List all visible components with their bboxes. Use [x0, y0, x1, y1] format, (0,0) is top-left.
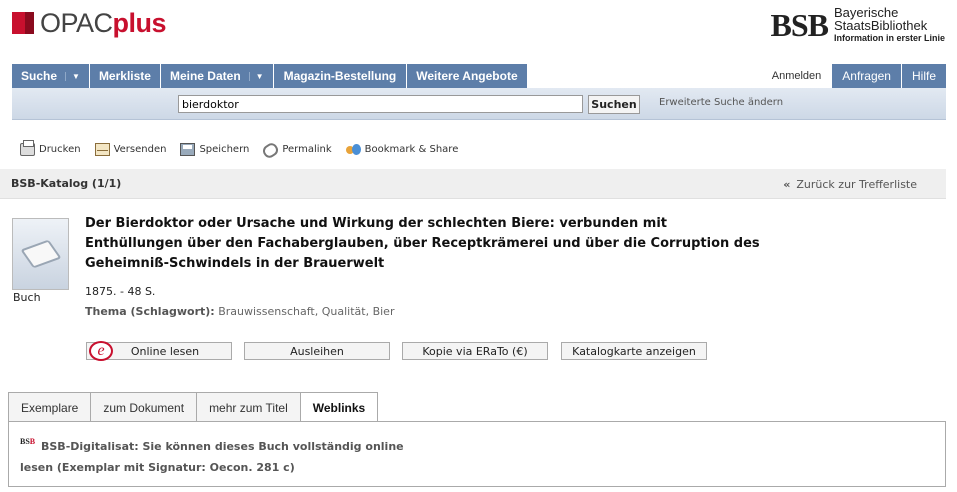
bookmark-share-button[interactable]: Bookmark & Share [345, 143, 458, 156]
record-tabs: Exemplare zum Dokument mehr zum Titel We… [8, 392, 379, 423]
record-meta: 1875. - 48 S. [85, 285, 156, 298]
read-online-button[interactable]: e Online lesen [86, 341, 232, 361]
nav-inquiries[interactable]: Anfragen [831, 64, 901, 88]
borrow-button[interactable]: Ausleihen [244, 342, 390, 360]
save-button[interactable]: Speichern [180, 143, 249, 156]
printer-icon [20, 140, 35, 156]
e-icon: e [89, 341, 113, 361]
search-bar: Suchen Erweiterte Suche ändern [12, 88, 946, 120]
digitized-copy-link[interactable]: BSB-Digitalisat: Sie können dieses Buch … [20, 436, 420, 478]
chain-link-icon [260, 140, 281, 161]
catalog-header: BSB-Katalog (1/1) ‹‹ Zurück zur Trefferli… [0, 169, 946, 199]
record-toolbar: Drucken Versenden Speichern Permalink Bo… [20, 140, 458, 161]
media-type-label: Buch [13, 291, 41, 304]
back-to-results-link[interactable]: ‹‹ Zurück zur Trefferliste [783, 178, 917, 191]
chevron-down-icon[interactable]: ▼ [248, 71, 264, 81]
tab-more-title[interactable]: mehr zum Titel [196, 392, 301, 422]
copy-erato-button[interactable]: Kopie via ERaTo (€) [402, 342, 548, 360]
subject-links[interactable]: Brauwissenschaft, Qualität, Bier [218, 305, 394, 318]
permalink-button[interactable]: Permalink [260, 140, 332, 161]
floppy-disk-icon [180, 143, 196, 156]
opac-logo-text: OPACplus [40, 7, 167, 38]
opac-logo-icon [12, 12, 34, 34]
record-subjects: Thema (Schlagwort): Brauwissenschaft, Qu… [85, 305, 395, 318]
advanced-search-link[interactable]: Erweiterte Suche ändern [659, 97, 783, 108]
catalog-title: BSB-Katalog (1/1) [11, 177, 122, 190]
share-people-icon [345, 143, 361, 156]
search-input[interactable] [178, 95, 583, 113]
opacplus-logo[interactable]: OPACplus [12, 6, 167, 40]
weblinks-panel: BSB BSB-Digitalisat: Sie können dieses B… [8, 421, 946, 487]
main-navigation: Suche ▼ Merkliste Meine Daten ▼ Magazin-Be… [12, 64, 946, 88]
nav-spacer [527, 64, 762, 88]
nav-help[interactable]: Hilfe [900, 64, 946, 88]
search-button[interactable]: Suchen [588, 95, 640, 114]
chevron-down-icon[interactable]: ▼ [65, 71, 80, 81]
catalog-card-button[interactable]: Katalogkarte anzeigen [561, 342, 707, 360]
record-title: Der Bierdoktor oder Ursache und Wirkung … [85, 216, 760, 271]
nav-stack-order[interactable]: Magazin-Bestellung [273, 64, 408, 88]
tab-copies[interactable]: Exemplare [8, 392, 92, 422]
nav-watchlist[interactable]: Merkliste [89, 64, 161, 88]
print-button[interactable]: Drucken [20, 140, 81, 156]
nav-search[interactable]: Suche ▼ [12, 64, 90, 88]
login-link[interactable]: Anmelden [762, 64, 832, 88]
bsb-logo-mark: BSB [770, 7, 829, 43]
envelope-icon [94, 143, 110, 156]
bsb-logo-text: Bayerische StaatsBibliothek Information … [833, 5, 945, 43]
tab-document[interactable]: zum Dokument [90, 392, 198, 422]
tab-weblinks[interactable]: Weblinks [299, 392, 379, 423]
double-chevron-left-icon: ‹‹ [783, 178, 790, 191]
nav-my-data[interactable]: Meine Daten ▼ [160, 64, 274, 88]
bsb-logo[interactable]: BSB Bayerische StaatsBibliothek Informat… [771, 6, 946, 45]
send-button[interactable]: Versenden [94, 143, 166, 156]
book-media-icon [12, 218, 69, 290]
nav-more-services[interactable]: Weitere Angebote [407, 64, 528, 88]
